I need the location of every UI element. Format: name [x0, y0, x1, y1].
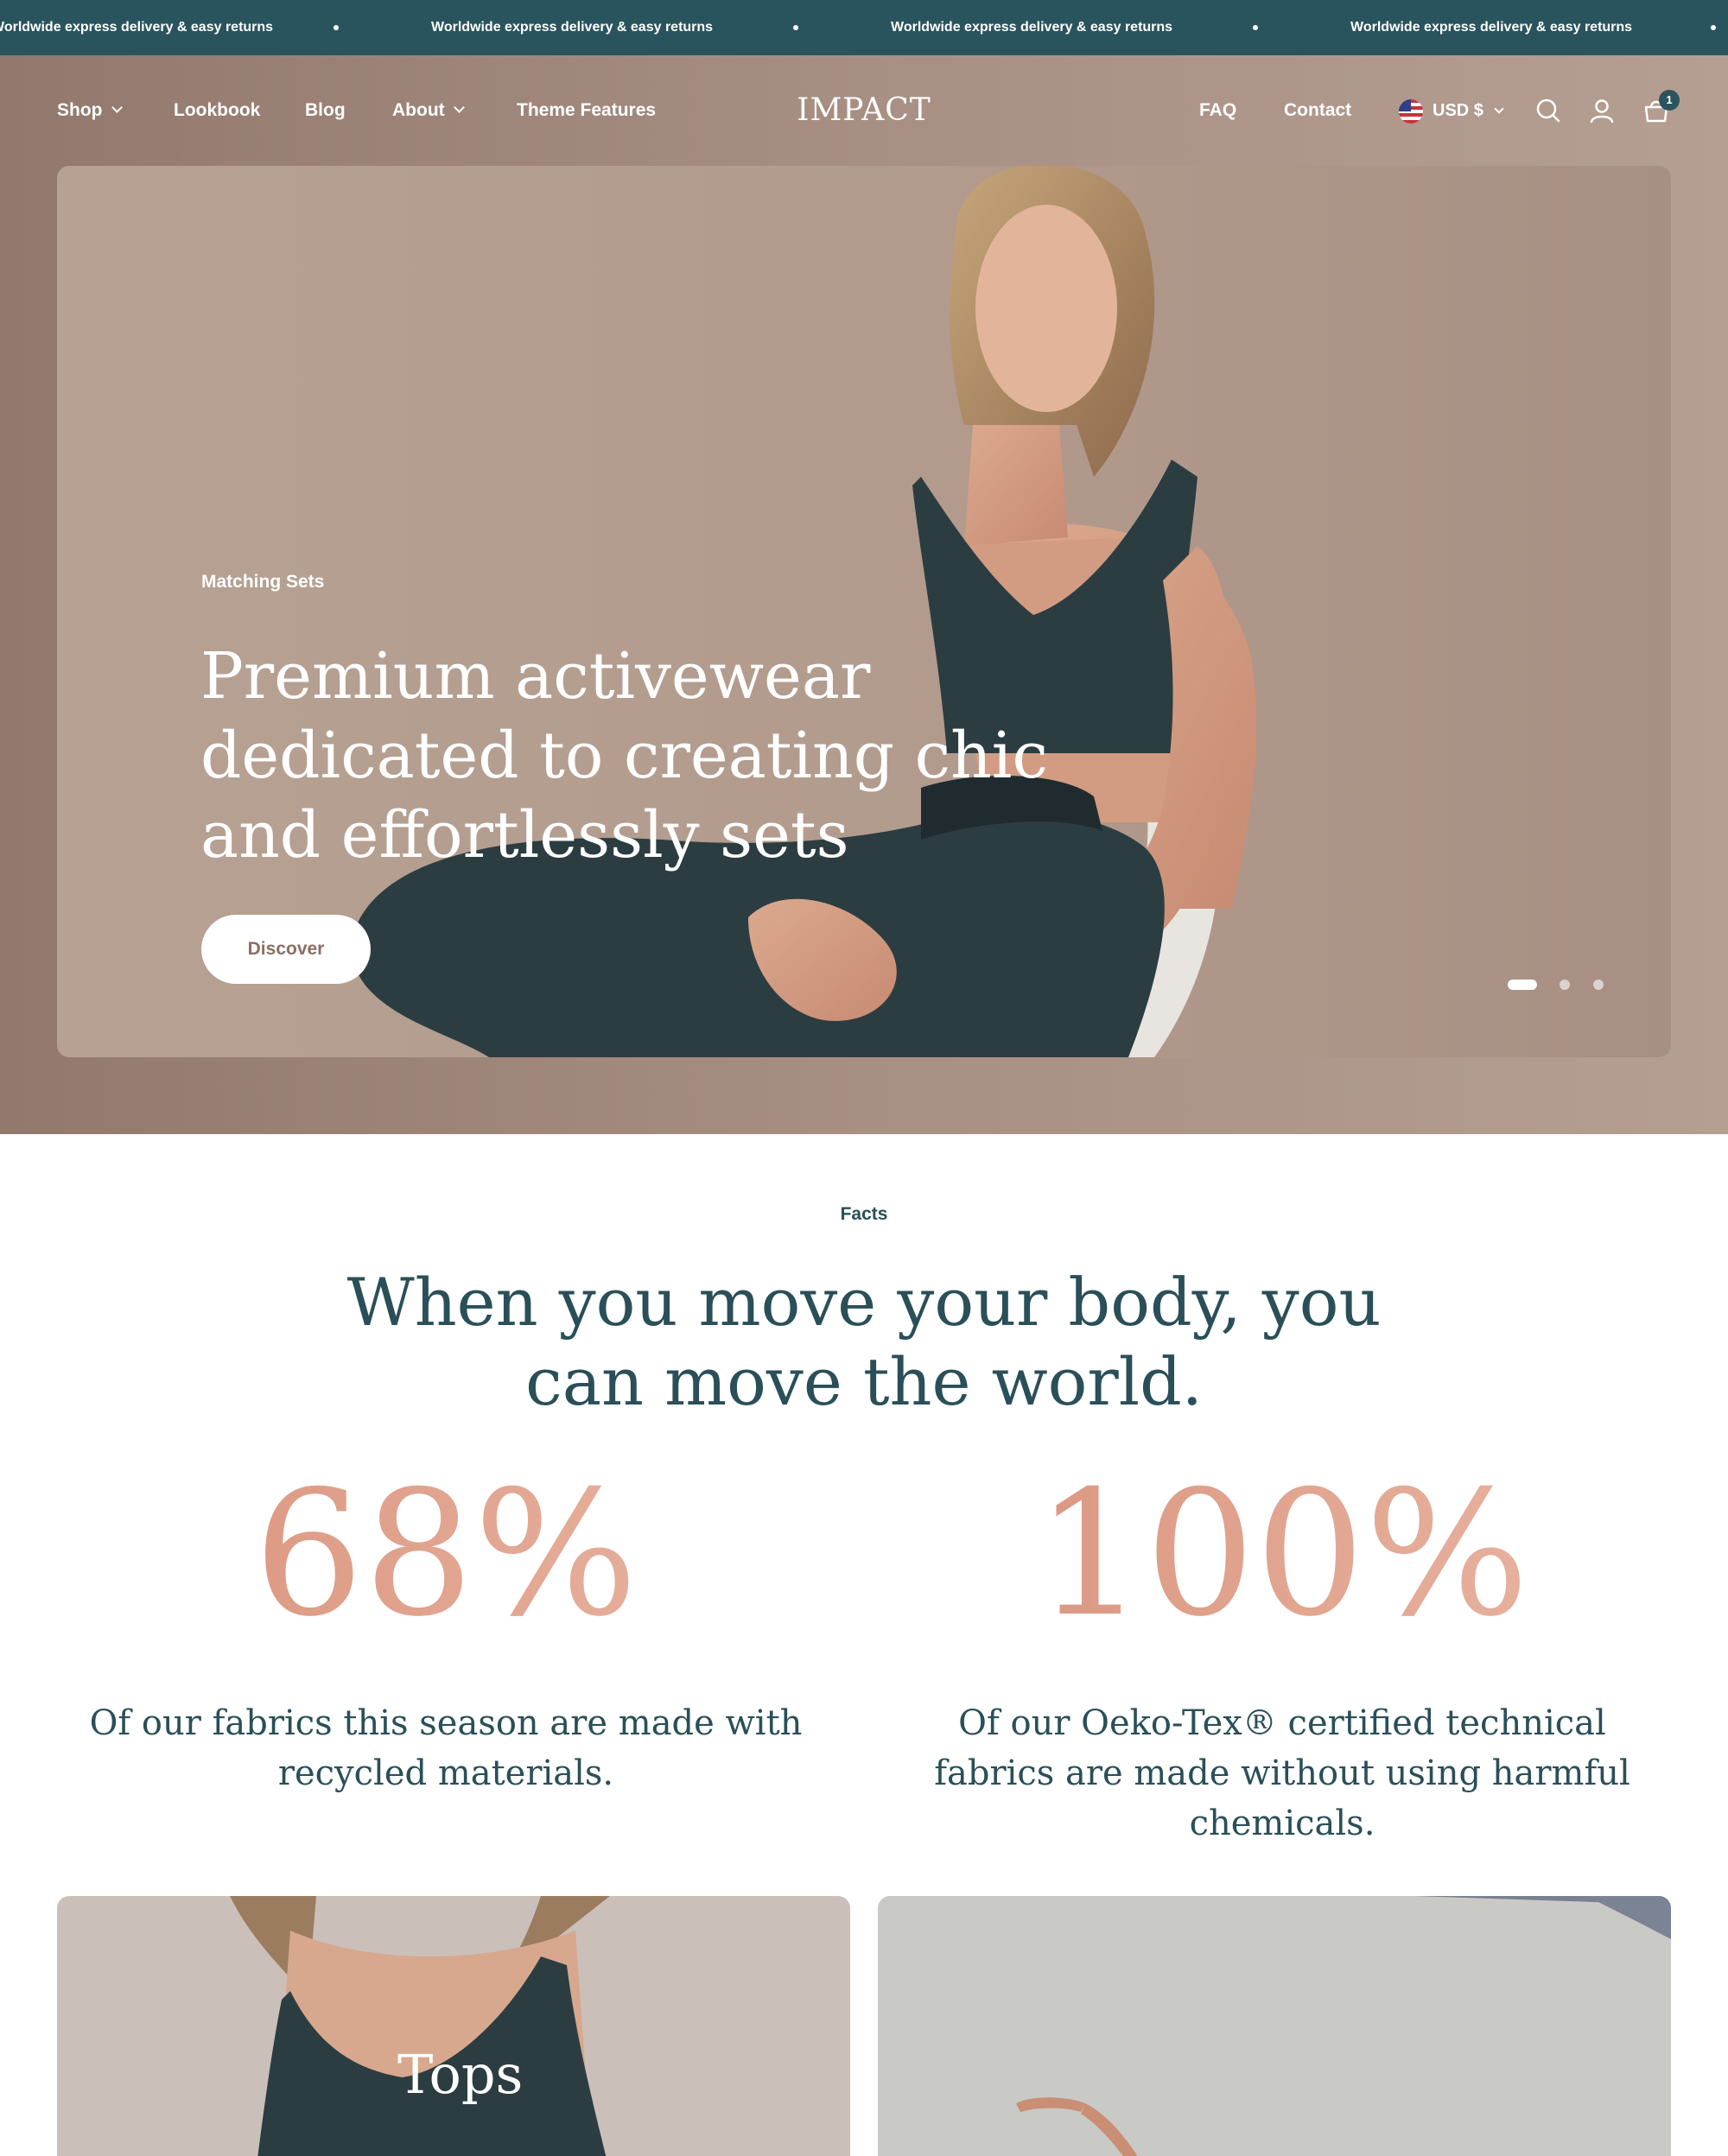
stat-value: 100%: [893, 1468, 1671, 1641]
nav-item-label: Shop: [57, 100, 103, 120]
nav-item-lookbook[interactable]: Lookbook: [174, 55, 260, 166]
currency-label: USD $: [1433, 101, 1483, 120]
discover-button[interactable]: Discover: [201, 915, 371, 984]
slide-dot-1[interactable]: [1508, 980, 1537, 990]
cart-count-badge: 1: [1659, 90, 1680, 111]
stat-value: 68%: [57, 1468, 835, 1641]
flag-us-icon[interactable]: [1399, 99, 1423, 124]
nav-item-label: About: [392, 100, 445, 120]
announcement-message: Worldwide express delivery & easy return…: [891, 20, 1173, 35]
site-header: Shop Lookbook Blog About Theme Features …: [0, 55, 1728, 166]
nav-item-label: Blog: [305, 100, 346, 120]
facts-title: When you move your body, you can move th…: [346, 1264, 1382, 1420]
announcement-bar: Worldwide express delivery & easy return…: [0, 0, 1728, 55]
search-icon[interactable]: [1534, 96, 1563, 125]
nav-item-blog[interactable]: Blog: [305, 55, 346, 166]
announcement-message-partial: Worldwide express delivery & easy return…: [0, 20, 274, 35]
announcement-separator: [334, 25, 339, 30]
stat-description: Of our Oeko-Tex® certified technical fab…: [934, 1703, 1630, 1843]
nav-item-about[interactable]: About: [392, 55, 465, 166]
chevron-down-icon: [453, 102, 465, 113]
nav-item-label: Theme Features: [517, 100, 657, 120]
announcement-message: Worldwide express delivery & easy return…: [431, 20, 714, 35]
announcement-separator: [793, 25, 798, 30]
nav-item-faq[interactable]: FAQ: [1199, 55, 1236, 166]
announcement-message: Worldwide express delivery & easy return…: [1350, 20, 1633, 35]
account-icon[interactable]: [1587, 96, 1617, 125]
collection-image: [1016, 1896, 1671, 2156]
collection-card-tops[interactable]: Tops: [57, 1896, 850, 2156]
announcement-separator: [1253, 25, 1258, 30]
nav-item-label: Lookbook: [174, 100, 261, 120]
slide-dot-2[interactable]: [1560, 980, 1570, 990]
collection-label: Tops: [397, 2043, 524, 2106]
nav-item-label: FAQ: [1199, 100, 1237, 120]
nav-item-theme-features[interactable]: Theme Features: [517, 55, 656, 166]
announcement-separator: [1711, 25, 1716, 30]
hero-title: Premium activewear dedicated to creating…: [200, 639, 1048, 872]
stat-description: Of our fabrics this season are made with…: [89, 1703, 803, 1793]
chevron-down-icon: [111, 102, 123, 113]
facts-eyebrow: Facts: [840, 1204, 888, 1224]
nav-item-shop[interactable]: Shop: [57, 55, 123, 166]
currency-selector[interactable]: USD $: [1433, 55, 1504, 166]
site-logo[interactable]: IMPACT: [778, 55, 950, 166]
slide-dot-3[interactable]: [1593, 980, 1604, 990]
nav-item-contact[interactable]: Contact: [1284, 55, 1351, 166]
chevron-down-icon: [1494, 104, 1504, 114]
hero-eyebrow: Matching Sets: [201, 572, 325, 592]
collection-card[interactable]: [878, 1896, 1671, 2156]
hero-slideshow: Matching Sets Premium activewear dedicat…: [57, 166, 1671, 1057]
nav-item-label: Contact: [1284, 100, 1352, 120]
collection-tops-image: [230, 1896, 610, 2156]
